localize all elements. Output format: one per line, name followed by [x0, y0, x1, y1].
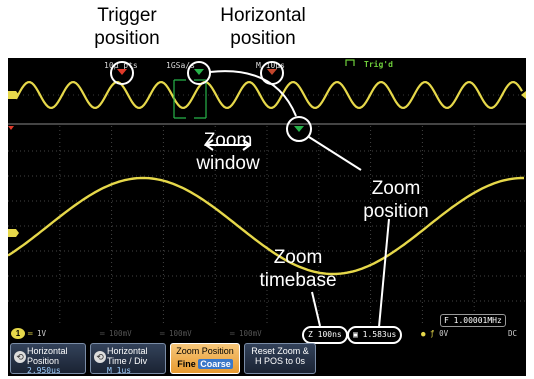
frequency-readout: F 1.00001MHz [440, 314, 506, 327]
ch4-scale-value: 100mV [239, 329, 262, 338]
trigger-readout: ● ƒ 0V [421, 329, 449, 338]
trigger-level-marker [8, 126, 14, 130]
rotary-knob-icon: ⟲ [14, 351, 26, 363]
trigger-level-value: 0V [439, 329, 449, 338]
callout-text-line: Trigger [97, 5, 157, 26]
callout-text-line: Horizontal [220, 5, 306, 26]
callout-trigger-position: Trigger position [82, 4, 172, 50]
edge-trigger-icon: ƒ [430, 329, 435, 338]
fine-option[interactable]: Fine [177, 359, 196, 369]
softkey-label: Horizontal Position [27, 346, 68, 366]
ch3-scale-value: 100mV [169, 329, 192, 338]
softkey-label: Horizontal Time / Div [107, 346, 148, 366]
rotary-knob-icon: ⟲ [94, 351, 106, 363]
coupling-readout: DC [508, 329, 518, 338]
coarse-option[interactable]: Coarse [198, 359, 233, 369]
callout-zoom-timebase: Zoom timebase [242, 246, 354, 292]
softkey-label: Reset Zoom & H POS to 0s [251, 346, 309, 366]
ch1-scale: ═ 1V [28, 329, 47, 338]
softkey-value: 2.950us [27, 366, 61, 375]
zoom-position-arrow-icon [294, 126, 304, 132]
zoom-timebase-value: 100ns [317, 330, 342, 339]
callout-text-line: position [363, 201, 429, 222]
frequency-value: 1.00001MHz [453, 316, 502, 325]
horizontal-time-div-softkey[interactable]: ⟲ Horizontal Time / Div M 1us [90, 343, 166, 375]
trigger-edge-icon [345, 59, 355, 66]
ch3-scale: ═ 100mV [160, 329, 192, 338]
oscilloscope-screen: 10µ pts 1GSa/s M 10µs Trig'd 1 ═ 1V ═ 10… [8, 58, 526, 376]
zoom-position-softkey[interactable]: Zoom Position Fine Coarse [170, 343, 240, 374]
callout-text-line: Zoom [371, 178, 421, 199]
fine-coarse-toggle[interactable]: Fine Coarse [174, 359, 236, 369]
ch1-scale-value: 1V [37, 329, 47, 338]
softkey-label: Zoom Position [176, 346, 234, 356]
callout-text-line: timebase [259, 270, 337, 291]
callout-text-line: window [196, 153, 260, 174]
waveform-display [8, 59, 526, 324]
ch4-scale: ═ 100mV [230, 329, 262, 338]
callout-zoom-position: Zoom position [344, 177, 448, 223]
callout-text-line: position [230, 28, 296, 49]
callout-text-line: Zoom [203, 130, 253, 151]
horizontal-position-softkey[interactable]: ⟲ Horizontal Position 2.950us [10, 343, 86, 375]
softkey-value: M 1us [107, 366, 132, 375]
callout-zoom-window: Zoom window [183, 129, 273, 175]
zoom-position-value: 1.583us [362, 330, 397, 339]
ch2-scale: ═ 100mV [100, 329, 132, 338]
callout-horizontal-position: Horizontal position [208, 4, 318, 50]
ch1-badge[interactable]: 1 [11, 328, 25, 339]
softkey-bar: ⟲ Horizontal Position 2.950us ⟲ Horizont… [8, 341, 526, 376]
callout-text-line: Zoom [273, 247, 323, 268]
reset-zoom-softkey[interactable]: Reset Zoom & H POS to 0s [244, 343, 316, 374]
ch2-scale-value: 100mV [109, 329, 132, 338]
callout-text-line: position [94, 28, 160, 49]
